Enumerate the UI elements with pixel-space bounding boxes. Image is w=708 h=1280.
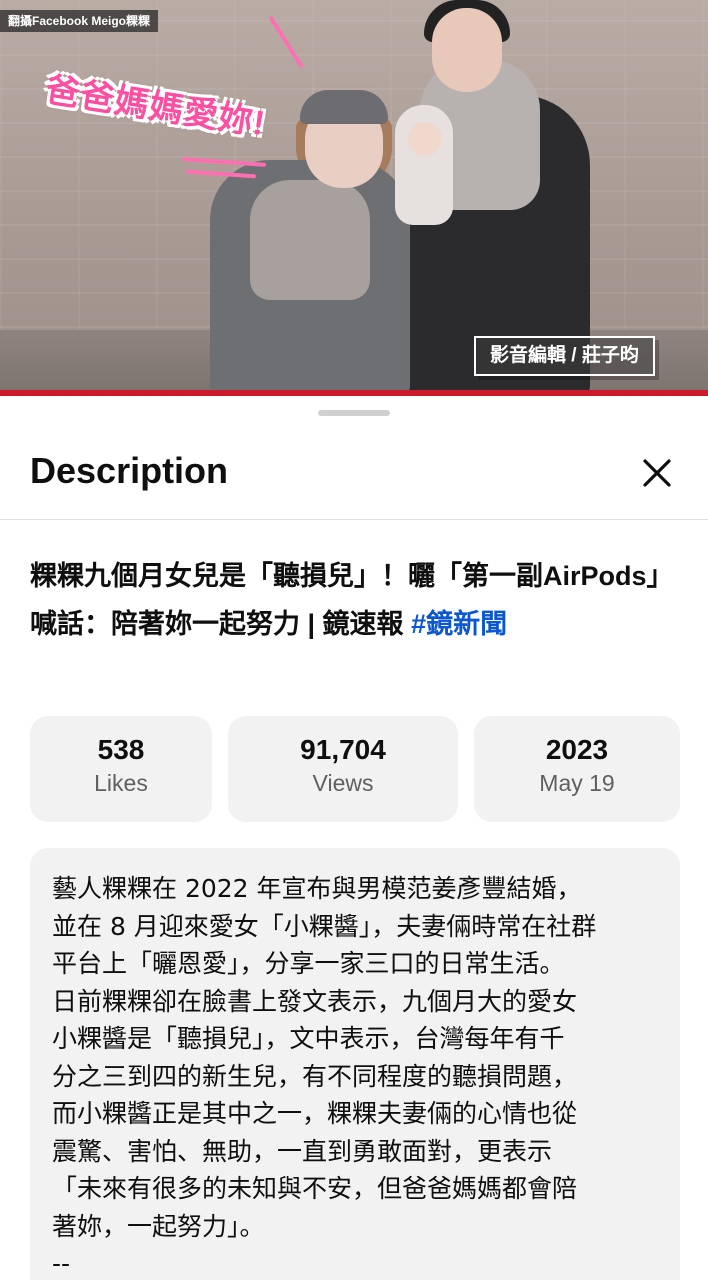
likes-stat: 538 Likes: [30, 716, 212, 822]
likes-count: 538: [97, 734, 145, 765]
stats-row: 538 Likes 91,704 Views 2023 May 19: [30, 716, 680, 822]
editor-credit-tag: 影音編輯 / 莊子昀: [474, 336, 655, 376]
sheet-drag-handle[interactable]: [318, 410, 390, 416]
mother-hat: [300, 90, 388, 124]
date-stat: 2023 May 19: [474, 716, 680, 822]
description-text: 藝人粿粿在 2022 年宣布與男模范姜彥豐結婚， 並在 8 月迎來愛女「小粿醬」…: [52, 874, 597, 1278]
views-count: 91,704: [300, 734, 386, 765]
views-label: Views: [312, 770, 374, 796]
photo-credit-watermark: 翻攝Facebook Meigo粿粿: [0, 10, 159, 32]
views-stat: 91,704 Views: [228, 716, 458, 822]
likes-label: Likes: [94, 770, 148, 796]
sheet-title: Description: [30, 450, 229, 491]
close-button[interactable]: [632, 448, 682, 498]
hashtag-link[interactable]: #鏡新聞: [411, 609, 507, 639]
video-title: 粿粿九個月女兒是「聽損兒」！曬「第一副AirPods」 喊話：陪著妳一起努力 |…: [30, 552, 690, 648]
video-title-text: 粿粿九個月女兒是「聽損兒」！曬「第一副AirPods」 喊話：陪著妳一起努力 |…: [30, 561, 688, 639]
publish-day: May 19: [539, 770, 615, 796]
close-icon: [643, 459, 671, 487]
video-player[interactable]: 翻攝Facebook Meigo粿粿 爸爸媽媽愛妳! 影音編輯 / 莊子昀: [0, 0, 708, 396]
father-face: [432, 8, 502, 92]
mother-sweater: [250, 180, 370, 300]
description-box[interactable]: 藝人粿粿在 2022 年宣布與男模范姜彥豐結婚， 並在 8 月迎來愛女「小粿醬」…: [30, 848, 680, 1280]
description-sheet: Description 粿粿九個月女兒是「聽損兒」！曬「第一副AirPods」 …: [0, 396, 708, 1280]
publish-year: 2023: [545, 734, 609, 765]
sheet-header: Description: [0, 436, 708, 520]
baby-face: [408, 122, 442, 156]
